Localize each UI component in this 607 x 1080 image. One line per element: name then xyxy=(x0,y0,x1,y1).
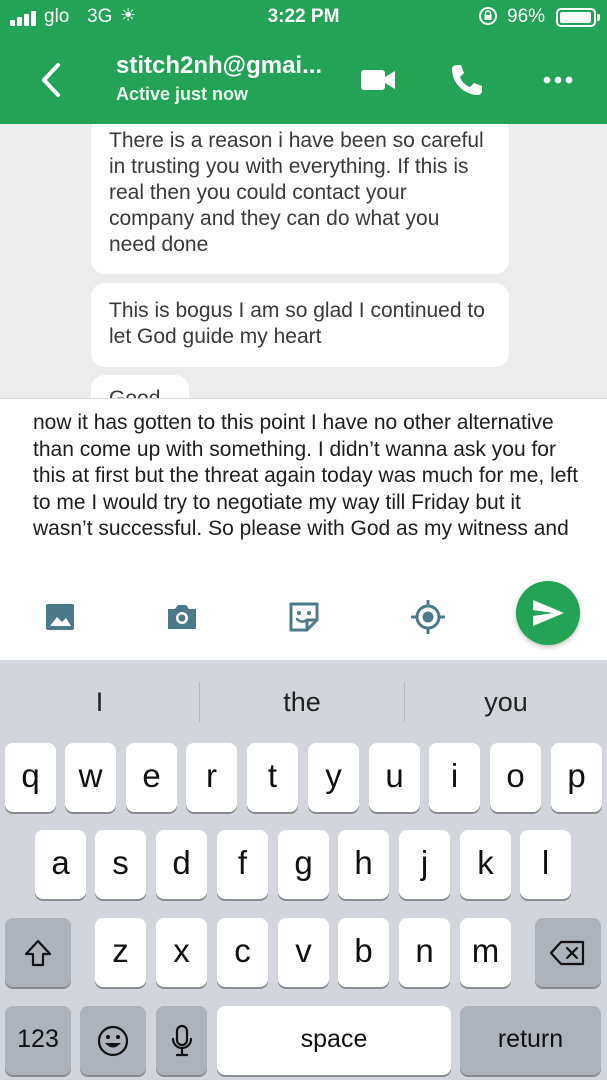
contact-name[interactable]: stitch2nh@gmai... xyxy=(116,52,322,80)
suggestion-item[interactable]: I xyxy=(0,680,199,724)
key-n[interactable]: n xyxy=(399,918,450,987)
key-s[interactable]: s xyxy=(95,830,146,899)
key-z[interactable]: z xyxy=(95,918,146,987)
orientation-lock-icon xyxy=(479,7,497,25)
return-key[interactable]: return xyxy=(460,1006,601,1075)
received-message[interactable]: This is bogus I am so glad I continued t… xyxy=(91,283,509,367)
shift-key[interactable] xyxy=(5,918,71,987)
battery-percentage: 96% xyxy=(507,6,546,27)
microphone-icon xyxy=(171,1024,192,1056)
contact-status: Active just now xyxy=(116,84,249,104)
suggestion-item[interactable]: the xyxy=(200,680,404,724)
backspace-key[interactable] xyxy=(535,918,601,987)
suggestion-item[interactable]: you xyxy=(405,680,607,724)
phone-icon[interactable] xyxy=(447,60,487,100)
key-x[interactable]: x xyxy=(156,918,207,987)
key-g[interactable]: g xyxy=(278,830,329,899)
app-header-area: glo 3G ☀ 3:22 PM 96% stitch2nh@gmai... A… xyxy=(0,0,607,124)
key-o[interactable]: o xyxy=(490,743,541,812)
shift-icon xyxy=(24,939,52,966)
key-m[interactable]: m xyxy=(460,918,511,987)
on-screen-keyboard: I the you q w e r t y u i o p a s d f g … xyxy=(0,660,607,1080)
battery-icon xyxy=(556,8,600,27)
key-l[interactable]: l xyxy=(520,830,571,899)
key-d[interactable]: d xyxy=(156,830,207,899)
received-message[interactable]: There is a reason i have been so careful… xyxy=(91,124,509,274)
key-v[interactable]: v xyxy=(278,918,329,987)
key-p[interactable]: p xyxy=(551,743,602,812)
key-i[interactable]: i xyxy=(429,743,480,812)
key-q[interactable]: q xyxy=(5,743,56,812)
key-f[interactable]: f xyxy=(217,830,268,899)
message-composer: now it has gotten to this point I have n… xyxy=(0,398,607,660)
key-e[interactable]: e xyxy=(126,743,177,812)
key-k[interactable]: k xyxy=(460,830,511,899)
key-t[interactable]: t xyxy=(247,743,298,812)
battery-level-fill xyxy=(560,12,591,23)
microphone-key[interactable] xyxy=(156,1006,207,1075)
key-h[interactable]: h xyxy=(338,830,389,899)
gallery-icon[interactable] xyxy=(42,599,78,635)
back-chevron-icon[interactable] xyxy=(36,60,64,100)
status-bar: glo 3G ☀ 3:22 PM 96% xyxy=(0,0,607,34)
key-u[interactable]: u xyxy=(369,743,420,812)
more-icon[interactable] xyxy=(538,60,578,100)
received-message[interactable]: Good xyxy=(91,375,189,398)
backspace-icon xyxy=(549,940,585,965)
camera-icon[interactable] xyxy=(164,599,200,635)
key-a[interactable]: a xyxy=(35,830,86,899)
key-w[interactable]: w xyxy=(65,743,116,812)
video-call-icon[interactable] xyxy=(358,60,398,100)
sticker-icon[interactable] xyxy=(286,599,322,635)
key-j[interactable]: j xyxy=(399,830,450,899)
key-r[interactable]: r xyxy=(186,743,237,812)
emoji-icon xyxy=(97,1025,129,1056)
send-button[interactable] xyxy=(516,581,580,645)
message-list[interactable]: There is a reason i have been so careful… xyxy=(0,124,607,398)
numbers-key[interactable]: 123 xyxy=(5,1006,71,1075)
space-key[interactable]: space xyxy=(217,1006,451,1075)
chat-header: stitch2nh@gmai... Active just now xyxy=(0,34,607,124)
send-icon xyxy=(533,600,564,626)
key-c[interactable]: c xyxy=(217,918,268,987)
key-y[interactable]: y xyxy=(308,743,359,812)
emoji-key[interactable] xyxy=(80,1006,146,1075)
location-icon[interactable] xyxy=(410,599,446,635)
message-input[interactable]: now it has gotten to this point I have n… xyxy=(33,410,583,543)
key-b[interactable]: b xyxy=(338,918,389,987)
